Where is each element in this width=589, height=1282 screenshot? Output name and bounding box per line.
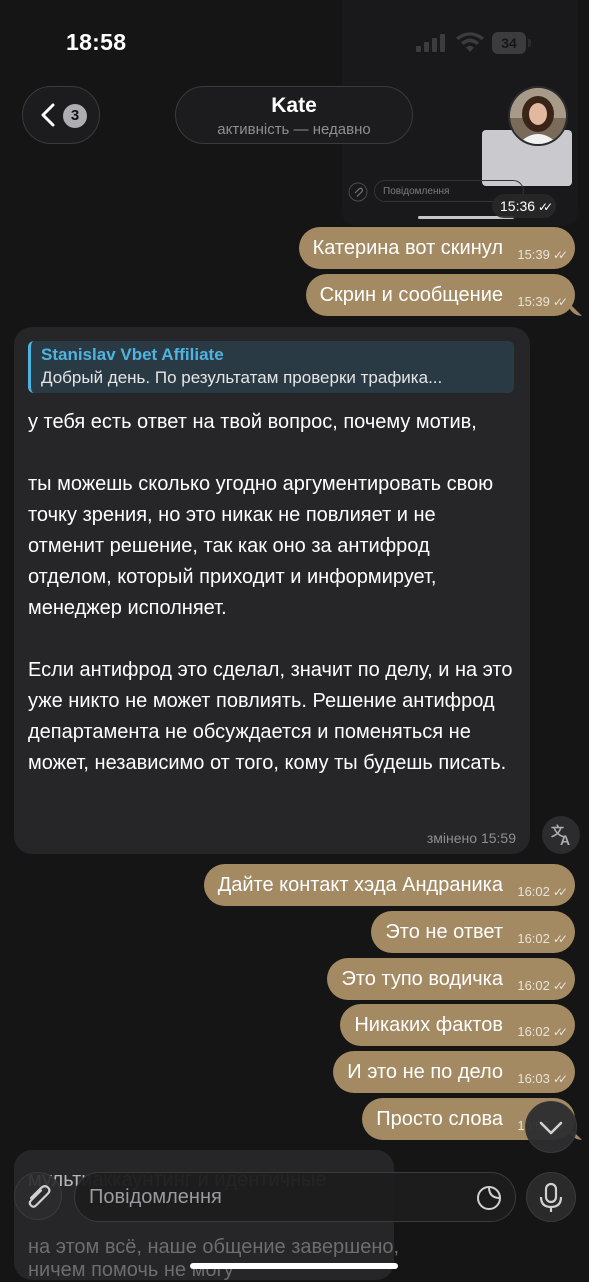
message-text: Это тупо водичка bbox=[341, 968, 503, 990]
chevron-left-icon bbox=[41, 103, 55, 127]
message-paragraph: ты можешь сколько угодно аргументировать… bbox=[28, 473, 494, 619]
unread-count-badge: 3 bbox=[63, 104, 87, 128]
back-button[interactable]: 3 bbox=[22, 86, 100, 144]
read-checkmarks-icon: ✓✓ bbox=[552, 932, 568, 946]
read-checkmarks-icon: ✓✓ bbox=[552, 1072, 568, 1086]
message-meta: 16:02 ✓✓ bbox=[517, 884, 568, 899]
outgoing-message[interactable]: Дайте контакт хэда Андраника 16:02 ✓✓ bbox=[203, 864, 575, 906]
read-checkmarks-icon: ✓✓ bbox=[552, 248, 568, 262]
microphone-button[interactable] bbox=[526, 1172, 576, 1222]
avatar-photo bbox=[510, 88, 566, 144]
reply-quote[interactable]: Stanislav Vbet Affiliate Добрый день. По… bbox=[28, 341, 514, 393]
read-checkmarks-icon: ✓✓ bbox=[552, 1025, 568, 1039]
outgoing-message[interactable]: И это не по дело 16:03 ✓✓ bbox=[333, 1051, 575, 1093]
message-body: у тебя есть ответ на твой вопрос, почему… bbox=[28, 407, 514, 779]
message-text-partial: на этом всё, наше общение завершено, нич… bbox=[28, 1236, 400, 1281]
status-time: 18:58 bbox=[66, 29, 127, 55]
sticker-icon[interactable] bbox=[475, 1184, 503, 1212]
message-input[interactable]: Повідомлення bbox=[74, 1172, 516, 1222]
message-meta: 15:39 ✓✓ bbox=[517, 247, 568, 262]
incoming-message[interactable]: Stanislav Vbet Affiliate Добрый день. По… bbox=[14, 327, 530, 854]
message-paragraph: у тебя есть ответ на твой вопрос, почему… bbox=[28, 411, 477, 433]
translate-icon: 文 A bbox=[551, 824, 570, 848]
paperclip-icon bbox=[28, 1185, 51, 1208]
chat-title[interactable]: Kate активність — недавно bbox=[175, 86, 413, 144]
read-checkmarks-icon: ✓✓ bbox=[552, 295, 568, 309]
quote-text: Добрый день. По результатам проверки тра… bbox=[41, 368, 443, 387]
message-text: Никаких фактов bbox=[354, 1014, 503, 1036]
attach-button[interactable] bbox=[14, 1172, 62, 1220]
message-text: Просто слова bbox=[376, 1108, 503, 1130]
chevron-down-icon bbox=[539, 1121, 563, 1135]
image-message-time: 15:36 ✓✓ bbox=[492, 194, 557, 218]
avatar[interactable] bbox=[508, 86, 568, 146]
read-checkmarks-icon: ✓✓ bbox=[552, 885, 568, 899]
paperclip-icon bbox=[348, 182, 368, 202]
scroll-down-button[interactable] bbox=[525, 1101, 577, 1153]
message-meta: 16:03✓✓ bbox=[517, 1071, 568, 1086]
microphone-icon bbox=[539, 1182, 563, 1212]
read-checkmarks-icon: ✓✓ bbox=[552, 979, 568, 993]
quote-author: Stanislav Vbet Affiliate bbox=[41, 345, 224, 364]
home-indicator bbox=[190, 1263, 398, 1269]
message-meta: 16:02 ✓✓ bbox=[517, 1024, 568, 1039]
outgoing-message[interactable]: Это не ответ 16:02 ✓✓ bbox=[371, 911, 575, 953]
message-text: Дайте контакт хэда Андраника bbox=[217, 874, 503, 896]
outgoing-message[interactable]: Скрин и сообщение 15:39 ✓✓ bbox=[305, 274, 575, 316]
message-meta: 16:02 ✓✓ bbox=[517, 978, 568, 993]
outgoing-message[interactable]: Это тупо водичка 16:02 ✓✓ bbox=[327, 958, 575, 1000]
message-text: И это не по дело bbox=[347, 1061, 503, 1083]
message-meta: 15:39 ✓✓ bbox=[517, 294, 568, 309]
edited-label: змінено 15:59 bbox=[426, 830, 516, 846]
message-text: Катерина вот скинул bbox=[312, 237, 503, 259]
message-paragraph: Если антифрод это сделал, значит по делу… bbox=[28, 659, 513, 774]
message-text: Это не ответ bbox=[385, 921, 503, 943]
svg-text:A: A bbox=[560, 832, 570, 848]
outgoing-message[interactable]: Никаких фактов 16:02 ✓✓ bbox=[340, 1004, 575, 1046]
translate-button[interactable]: 文 A bbox=[542, 816, 580, 854]
contact-status: активність — недавно bbox=[217, 121, 371, 138]
message-text: Скрин и сообщение bbox=[319, 284, 503, 306]
contact-name: Kate bbox=[271, 94, 317, 117]
outgoing-message[interactable]: Катерина вот скинул 15:39 ✓✓ bbox=[298, 227, 575, 269]
message-meta: 16:02 ✓✓ bbox=[517, 931, 568, 946]
message-input-placeholder: Повідомлення bbox=[89, 1186, 222, 1208]
